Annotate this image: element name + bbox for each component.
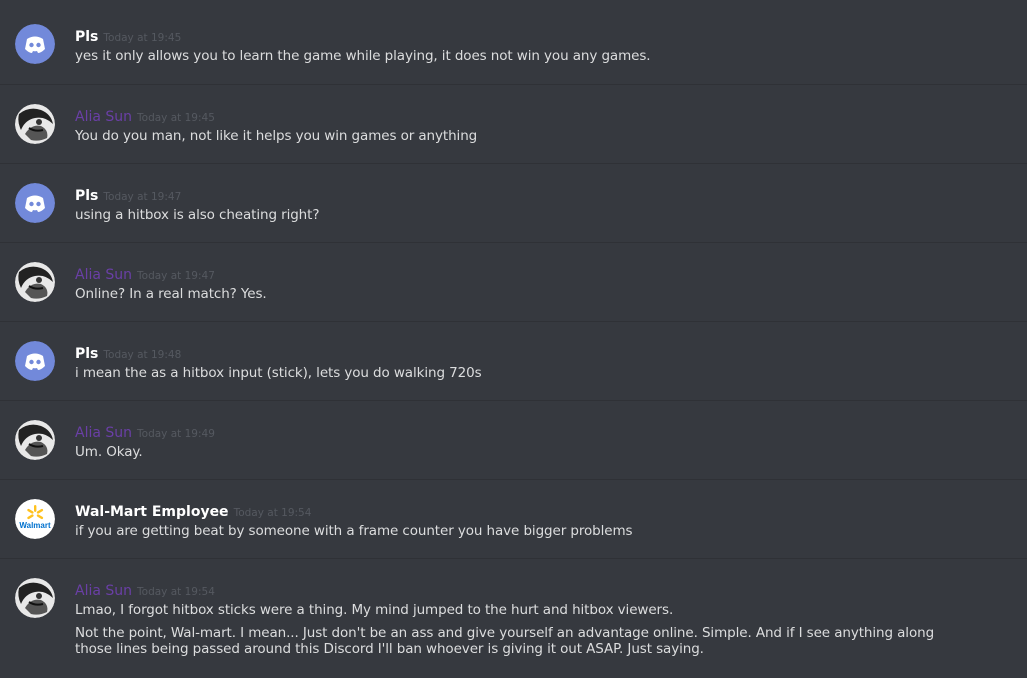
message-text: using a hitbox is also cheating right? bbox=[75, 207, 320, 223]
discord-default-avatar-icon[interactable] bbox=[15, 341, 55, 381]
timestamp: Today at 19:45 bbox=[137, 112, 215, 124]
alia-sun-avatar-icon[interactable] bbox=[15, 262, 55, 302]
timestamp: Today at 19:48 bbox=[103, 349, 182, 361]
author-name[interactable]: Alia Sun bbox=[75, 267, 132, 283]
author-name[interactable]: Alia Sun bbox=[75, 109, 132, 125]
alia-sun-avatar-icon[interactable] bbox=[15, 578, 55, 618]
timestamp: Today at 19:47 bbox=[137, 270, 215, 282]
walmart-logo-avatar-icon[interactable]: Walmart bbox=[15, 499, 55, 539]
author-name[interactable]: Alia Sun bbox=[75, 425, 132, 441]
message-item: Walmart Wal-Mart Employee Today at 19:54 … bbox=[0, 479, 1027, 558]
alia-sun-avatar-icon[interactable] bbox=[15, 104, 55, 144]
timestamp: Today at 19:54 bbox=[233, 507, 312, 519]
alia-sun-avatar-icon[interactable] bbox=[15, 420, 55, 460]
author-name[interactable]: Pls bbox=[75, 29, 98, 45]
svg-text:Walmart: Walmart bbox=[19, 521, 51, 530]
discord-default-avatar-icon[interactable] bbox=[15, 183, 55, 223]
discord-default-avatar-icon[interactable] bbox=[15, 24, 55, 64]
message-text: yes it only allows you to learn the game… bbox=[75, 48, 651, 64]
message-text: Online? In a real match? Yes. bbox=[75, 286, 267, 302]
message-item: Alia Sun Today at 19:54 Lmao, I forgot hi… bbox=[0, 558, 1027, 678]
timestamp: Today at 19:49 bbox=[137, 428, 215, 440]
message-item: Alia Sun Today at 19:45 You do you man, n… bbox=[0, 84, 1027, 163]
message-item: Pls Today at 19:48 i mean the as a hitbox… bbox=[0, 321, 1027, 400]
timestamp: Today at 19:45 bbox=[103, 32, 182, 44]
timestamp: Today at 19:47 bbox=[103, 191, 182, 203]
message-text: Not the point, Wal-mart. I mean... Just … bbox=[75, 625, 935, 657]
message-text: Um. Okay. bbox=[75, 444, 143, 460]
author-name[interactable]: Wal-Mart Employee bbox=[75, 504, 229, 520]
message-item: Alia Sun Today at 19:47 Online? In a real… bbox=[0, 242, 1027, 321]
message-item: Pls Today at 19:45 yes it only allows you… bbox=[0, 0, 1027, 79]
author-name[interactable]: Pls bbox=[75, 188, 98, 204]
timestamp: Today at 19:54 bbox=[137, 586, 215, 598]
message-list: Pls Today at 19:45 yes it only allows you… bbox=[0, 0, 1027, 678]
message-text: Lmao, I forgot hitbox sticks were a thin… bbox=[75, 602, 674, 618]
message-text: i mean the as a hitbox input (stick), le… bbox=[75, 365, 482, 381]
author-name[interactable]: Alia Sun bbox=[75, 583, 132, 599]
message-text: if you are getting beat by someone with … bbox=[75, 523, 633, 539]
message-text: You do you man, not like it helps you wi… bbox=[75, 128, 478, 144]
author-name[interactable]: Pls bbox=[75, 346, 98, 362]
message-item: Pls Today at 19:47 using a hitbox is also… bbox=[0, 163, 1027, 242]
message-item: Alia Sun Today at 19:49 Um. Okay. bbox=[0, 400, 1027, 479]
